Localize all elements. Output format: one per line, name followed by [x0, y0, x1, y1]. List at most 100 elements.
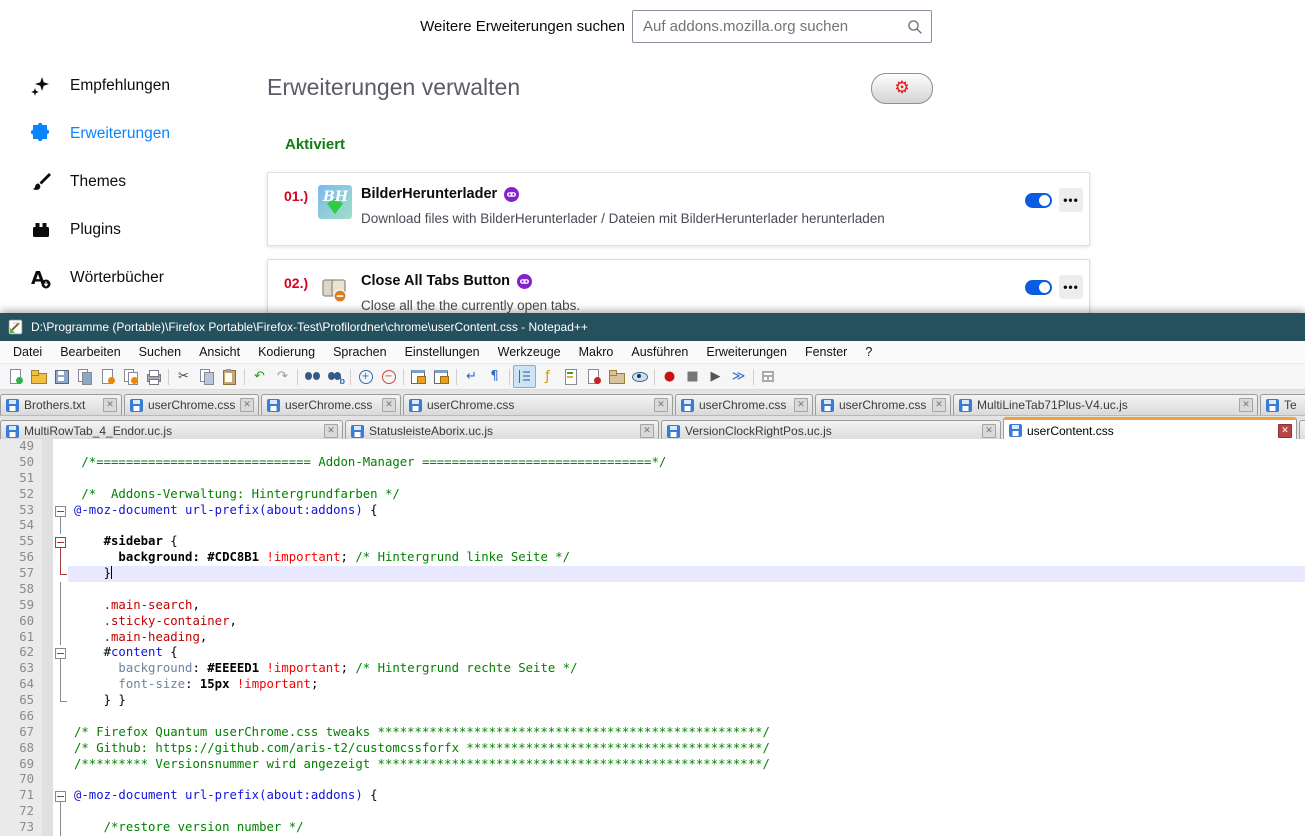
- macro-record-icon[interactable]: ●: [658, 365, 681, 388]
- search-box[interactable]: [632, 10, 932, 43]
- file-tab-multilinetab71plus-v4.uc.js[interactable]: MultiLineTab71Plus-V4.uc.js✕: [953, 394, 1258, 415]
- bookmark-margin[interactable]: [42, 630, 53, 646]
- tab-close-icon[interactable]: ✕: [932, 398, 946, 412]
- bookmark-margin[interactable]: [42, 725, 53, 741]
- sidebar-item-empfehlungen[interactable]: Empfehlungen: [28, 62, 258, 110]
- code-line-71[interactable]: 71@-moz-document url-prefix(about:addons…: [0, 788, 1305, 804]
- code-text[interactable]: [68, 518, 1305, 534]
- bookmark-margin[interactable]: [42, 503, 53, 519]
- bookmark-margin[interactable]: [42, 804, 53, 820]
- file-tab-brothers.txt[interactable]: Brothers.txt✕: [0, 394, 122, 415]
- macro-save-icon[interactable]: [757, 365, 780, 388]
- sidebar-item-plugins[interactable]: Plugins: [28, 206, 258, 254]
- code-line-66[interactable]: 66: [0, 709, 1305, 725]
- fold-margin[interactable]: [53, 614, 68, 630]
- extension-card[interactable]: 01.)BHBilderHerunterladerDownload files …: [267, 172, 1090, 246]
- file-tab-te[interactable]: Te: [1260, 394, 1305, 415]
- tools-for-all-addons-button[interactable]: ⚙: [871, 73, 933, 104]
- bookmark-margin[interactable]: [42, 471, 53, 487]
- fold-margin[interactable]: [53, 772, 68, 788]
- paste-icon[interactable]: [218, 365, 241, 388]
- code-text[interactable]: /* Firefox Quantum userChrome.css tweaks…: [68, 725, 1305, 741]
- code-line-61[interactable]: 61 .main-heading,: [0, 630, 1305, 646]
- code-line-72[interactable]: 72: [0, 804, 1305, 820]
- fold-margin[interactable]: [53, 709, 68, 725]
- bookmark-margin[interactable]: [42, 693, 53, 709]
- code-line-57[interactable]: 57 }: [0, 566, 1305, 582]
- bookmark-margin[interactable]: [42, 534, 53, 550]
- code-text[interactable]: [68, 582, 1305, 598]
- indent-guide-icon[interactable]: [513, 365, 536, 388]
- code-text[interactable]: /* Github: https://github.com/aris-t2/cu…: [68, 741, 1305, 757]
- file-tab[interactable]: [1299, 420, 1305, 441]
- fold-margin[interactable]: [53, 598, 68, 614]
- bookmark-margin[interactable]: [42, 645, 53, 661]
- code-text[interactable]: [68, 772, 1305, 788]
- sidebar-item-themes[interactable]: Themes: [28, 158, 258, 206]
- menu-werkzeuge[interactable]: Werkzeuge: [489, 345, 570, 359]
- function-list-icon[interactable]: ƒ: [536, 365, 559, 388]
- tab-close-icon[interactable]: ✕: [982, 424, 996, 438]
- code-line-56[interactable]: 56 background: #CDC8B1 !important; /* Hi…: [0, 550, 1305, 566]
- menu-datei[interactable]: Datei: [4, 345, 51, 359]
- fold-margin[interactable]: [53, 804, 68, 820]
- code-line-53[interactable]: 53@-moz-document url-prefix(about:addons…: [0, 503, 1305, 519]
- bookmark-margin[interactable]: [42, 439, 53, 455]
- macro-play-icon[interactable]: ▶: [704, 365, 727, 388]
- fold-margin[interactable]: [53, 518, 68, 534]
- fold-margin[interactable]: [53, 693, 68, 709]
- code-text[interactable]: /* Addons-Verwaltung: Hintergrundfarben …: [68, 487, 1305, 503]
- file-tab-usercontent.css[interactable]: userContent.css✕: [1003, 417, 1297, 441]
- fold-margin[interactable]: [53, 503, 68, 519]
- extension-menu-button[interactable]: •••: [1059, 188, 1083, 212]
- code-line-69[interactable]: 69/********* Versionsnummer wird angezei…: [0, 757, 1305, 773]
- fold-margin[interactable]: [53, 630, 68, 646]
- undo-icon[interactable]: ↶: [248, 365, 271, 388]
- tab-close-icon[interactable]: ✕: [1278, 424, 1292, 438]
- code-line-59[interactable]: 59 .main-search,: [0, 598, 1305, 614]
- find-icon[interactable]: [301, 365, 324, 388]
- code-line-73[interactable]: 73 /*restore version number */: [0, 820, 1305, 836]
- word-wrap-icon[interactable]: ↵: [460, 365, 483, 388]
- tab-close-icon[interactable]: ✕: [640, 424, 654, 438]
- tab-close-icon[interactable]: ✕: [382, 398, 396, 412]
- menu-einstellungen[interactable]: Einstellungen: [396, 345, 489, 359]
- bookmark-margin[interactable]: [42, 788, 53, 804]
- file-tab-userchrome.css[interactable]: userChrome.css✕: [261, 394, 401, 415]
- code-line-58[interactable]: 58: [0, 582, 1305, 598]
- code-line-62[interactable]: 62 #content {: [0, 645, 1305, 661]
- menu-erweiterungen[interactable]: Erweiterungen: [697, 345, 796, 359]
- tab-close-icon[interactable]: ✕: [240, 398, 254, 412]
- bookmark-margin[interactable]: [42, 709, 53, 725]
- fold-margin[interactable]: [53, 566, 68, 582]
- bookmark-margin[interactable]: [42, 550, 53, 566]
- fold-margin[interactable]: [53, 725, 68, 741]
- close-icon[interactable]: [96, 365, 119, 388]
- code-text[interactable]: .main-heading,: [68, 630, 1305, 646]
- code-text[interactable]: .sticky-container,: [68, 614, 1305, 630]
- bookmark-margin[interactable]: [42, 455, 53, 471]
- bookmark-margin[interactable]: [42, 614, 53, 630]
- macro-run-multi-icon[interactable]: ≫: [727, 365, 750, 388]
- menu-ausfhren[interactable]: Ausführen: [622, 345, 697, 359]
- code-line-54[interactable]: 54: [0, 518, 1305, 534]
- new-file-icon[interactable]: [4, 365, 27, 388]
- bookmark-margin[interactable]: [42, 661, 53, 677]
- code-text[interactable]: .main-search,: [68, 598, 1305, 614]
- fold-margin[interactable]: [53, 661, 68, 677]
- save-icon[interactable]: [50, 365, 73, 388]
- zoom-in-icon[interactable]: +: [354, 365, 377, 388]
- bookmark-margin[interactable]: [42, 566, 53, 582]
- code-line-68[interactable]: 68/* Github: https://github.com/aris-t2/…: [0, 741, 1305, 757]
- file-tab-versionclockrightpos.uc.js[interactable]: VersionClockRightPos.uc.js✕: [661, 420, 1001, 441]
- file-tab-multirowtab-4-endor.uc.js[interactable]: MultiRowTab_4_Endor.uc.js✕: [0, 420, 343, 441]
- open-icon[interactable]: [27, 365, 50, 388]
- file-tab-userchrome.css[interactable]: userChrome.css✕: [124, 394, 259, 415]
- bookmark-margin[interactable]: [42, 598, 53, 614]
- fold-margin[interactable]: [53, 455, 68, 471]
- code-text[interactable]: background: #EEEED1 !important; /* Hinte…: [68, 661, 1305, 677]
- search-input[interactable]: [633, 18, 907, 35]
- replace-icon[interactable]: b: [324, 365, 347, 388]
- fold-margin[interactable]: [53, 788, 68, 804]
- fold-margin[interactable]: [53, 677, 68, 693]
